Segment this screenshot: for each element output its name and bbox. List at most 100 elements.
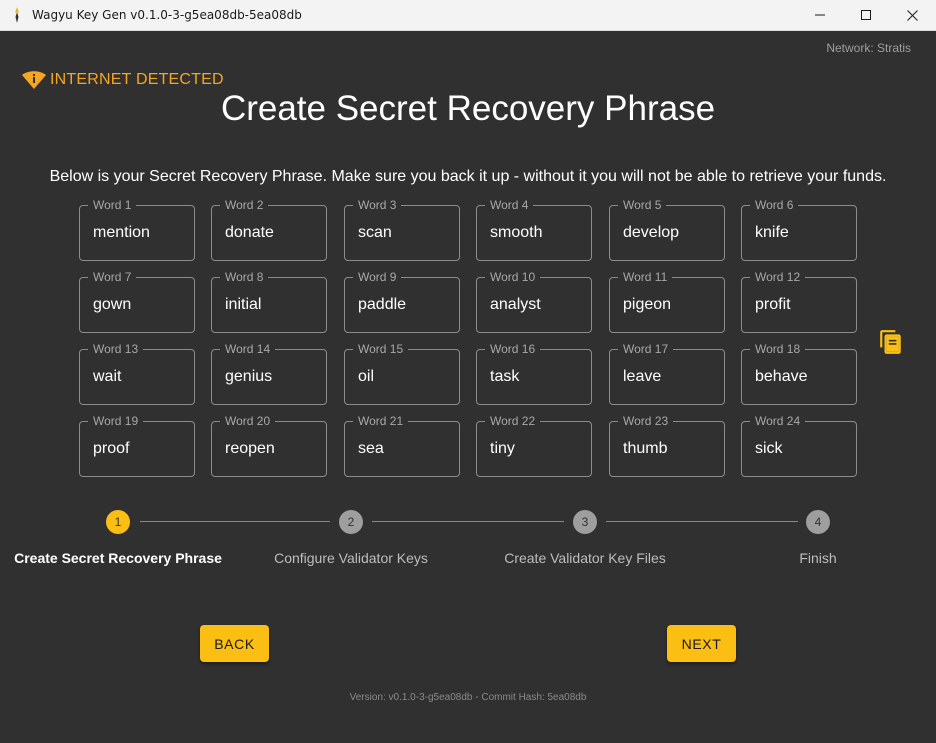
minimize-button[interactable] [797, 0, 843, 30]
network-label: Network: Stratis [826, 41, 911, 55]
recovery-word-field: Word 14 genius [211, 342, 327, 405]
recovery-word-label: Word 9 [353, 270, 402, 284]
recovery-word-value: mention [93, 224, 150, 241]
recovery-word-field: Word 15 oil [344, 342, 460, 405]
recovery-word-label: Word 11 [618, 270, 673, 284]
recovery-word-field: Word 23 thumb [609, 414, 725, 477]
copy-icon[interactable] [878, 329, 904, 355]
recovery-word-field: Word 18 behave [741, 342, 857, 405]
recovery-word-field: Word 9 paddle [344, 270, 460, 333]
recovery-word-label: Word 6 [750, 198, 799, 212]
recovery-word-label: Word 16 [485, 342, 541, 356]
recovery-word-label: Word 5 [618, 198, 667, 212]
recovery-word-label: Word 24 [750, 414, 806, 428]
recovery-word-value: profit [755, 296, 791, 313]
recovery-word-label: Word 20 [220, 414, 276, 428]
recovery-word-value: oil [358, 368, 375, 385]
recovery-word-field: Word 13 wait [79, 342, 195, 405]
page-title: Create Secret Recovery Phrase [220, 89, 716, 128]
close-icon [906, 9, 918, 21]
recovery-word-value: behave [755, 368, 808, 385]
recovery-word-value: paddle [358, 296, 407, 313]
recovery-word-field: Word 3 scan [344, 198, 460, 261]
recovery-word-field: Word 8 initial [211, 270, 327, 333]
recovery-word-field: Word 20 reopen [211, 414, 327, 477]
maximize-icon [861, 10, 871, 20]
app-content: Network: Stratis INTERNET DETECTED Creat… [0, 31, 936, 743]
recovery-word-field: Word 5 develop [609, 198, 725, 261]
recovery-word-label: Word 10 [485, 270, 541, 284]
recovery-word-value: pigeon [623, 296, 672, 313]
recovery-word-label: Word 13 [88, 342, 144, 356]
step-1-circle: 1 [106, 510, 130, 534]
recovery-word-field: Word 16 task [476, 342, 592, 405]
recovery-word-value: leave [623, 368, 662, 385]
recovery-word-value: wait [93, 368, 122, 385]
recovery-word-label: Word 21 [353, 414, 409, 428]
recovery-word-label: Word 14 [220, 342, 276, 356]
recovery-word-label: Word 4 [485, 198, 534, 212]
step-connector [140, 521, 330, 522]
version-footer: Version: v0.1.0-3-g5ea08db - Commit Hash… [349, 692, 587, 703]
wifi-warning-icon [22, 71, 46, 89]
step-4-circle: 4 [806, 510, 830, 534]
recovery-word-value: develop [623, 224, 680, 241]
recovery-word-label: Word 12 [750, 270, 806, 284]
recovery-word-value: analyst [490, 296, 541, 313]
recovery-word-field: Word 12 profit [741, 270, 857, 333]
recovery-word-field: Word 10 analyst [476, 270, 592, 333]
recovery-word-label: Word 2 [220, 198, 269, 212]
step-2-label: Configure Validator Keys [274, 550, 428, 566]
recovery-word-label: Word 17 [618, 342, 674, 356]
back-button[interactable]: BACK [200, 625, 269, 662]
recovery-word-field: Word 22 tiny [476, 414, 592, 477]
step-4-label: Finish [799, 550, 837, 566]
recovery-word-field: Word 2 donate [211, 198, 327, 261]
recovery-word-value: initial [225, 296, 262, 313]
recovery-word-value: sea [358, 440, 384, 457]
internet-warning-text: INTERNET DETECTED [50, 71, 224, 88]
recovery-word-value: task [490, 368, 520, 385]
maximize-button[interactable] [843, 0, 889, 30]
recovery-word-value: sick [755, 440, 783, 457]
recovery-word-label: Word 8 [220, 270, 269, 284]
step-connector [372, 521, 564, 522]
window-title: Wagyu Key Gen v0.1.0-3-g5ea08db-5ea08db [32, 8, 302, 22]
instructions-text: Below is your Secret Recovery Phrase. Ma… [49, 168, 887, 185]
title-bar: Wagyu Key Gen v0.1.0-3-g5ea08db-5ea08db [0, 0, 936, 31]
recovery-word-field: Word 7 gown [79, 270, 195, 333]
step-2-circle: 2 [339, 510, 363, 534]
recovery-word-field: Word 24 sick [741, 414, 857, 477]
recovery-word-value: genius [225, 368, 273, 385]
step-3-circle: 3 [573, 510, 597, 534]
recovery-word-field: Word 1 mention [79, 198, 195, 261]
recovery-word-field: Word 21 sea [344, 414, 460, 477]
recovery-word-value: donate [225, 224, 274, 241]
recovery-word-label: Word 1 [88, 198, 137, 212]
next-button[interactable]: NEXT [667, 625, 736, 662]
recovery-word-field: Word 6 knife [741, 198, 857, 261]
wagyu-logo-icon [15, 7, 19, 23]
recovery-word-field: Word 11 pigeon [609, 270, 725, 333]
recovery-word-field: Word 17 leave [609, 342, 725, 405]
recovery-phrase-grid: Word 1 mention Word 2 donate Word 3 scan Word … [79, 198, 857, 477]
recovery-word-label: Word 19 [88, 414, 144, 428]
recovery-word-label: Word 3 [353, 198, 402, 212]
recovery-word-value: gown [93, 296, 132, 313]
recovery-word-field: Word 4 smooth [476, 198, 592, 261]
close-button[interactable] [889, 0, 935, 30]
recovery-word-value: tiny [490, 440, 515, 457]
recovery-word-label: Word 22 [485, 414, 541, 428]
recovery-word-value: scan [358, 224, 392, 241]
recovery-word-value: smooth [490, 224, 543, 241]
recovery-word-field: Word 19 proof [79, 414, 195, 477]
recovery-word-value: knife [755, 224, 789, 241]
recovery-word-value: reopen [225, 440, 275, 457]
recovery-word-label: Word 23 [618, 414, 674, 428]
recovery-word-value: thumb [623, 440, 668, 457]
progress-stepper: 1 2 3 4 Create Secret Recovery Phrase Co… [0, 509, 936, 579]
recovery-word-label: Word 7 [88, 270, 137, 284]
recovery-word-label: Word 15 [353, 342, 409, 356]
recovery-word-label: Word 18 [750, 342, 806, 356]
step-3-label: Create Validator Key Files [504, 550, 666, 566]
